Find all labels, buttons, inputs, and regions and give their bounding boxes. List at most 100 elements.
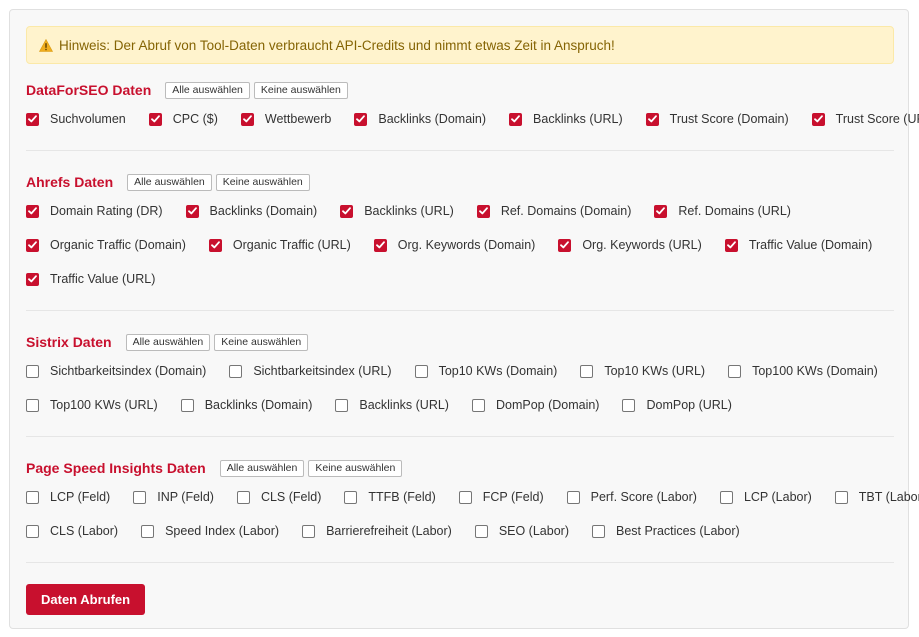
checkbox-option[interactable]: Best Practices (Labor) <box>591 524 740 538</box>
checkbox-option[interactable]: Backlinks (URL) <box>335 398 449 412</box>
checkbox-option[interactable]: LCP (Feld) <box>26 490 110 504</box>
checkbox-option[interactable]: Traffic Value (URL) <box>26 272 155 286</box>
checkbox-checked[interactable] <box>509 112 523 126</box>
select-none-button[interactable]: Keine auswählen <box>215 173 310 191</box>
checkbox-checked[interactable] <box>654 204 668 218</box>
checkbox-unchecked[interactable] <box>728 364 742 378</box>
checkbox-unchecked[interactable] <box>414 364 428 378</box>
checkbox-unchecked[interactable] <box>566 490 580 504</box>
checkbox-checked[interactable] <box>645 112 659 126</box>
select-none-button[interactable]: Keine auswählen <box>214 333 309 351</box>
select-none-button[interactable]: Keine auswählen <box>308 459 403 477</box>
checkbox-option[interactable]: TBT (Labor) <box>834 490 919 504</box>
checkbox-unchecked[interactable] <box>591 524 605 538</box>
checkbox-checked[interactable] <box>26 272 39 286</box>
checkbox-option[interactable]: Traffic Value (Domain) <box>724 238 872 252</box>
checkbox-unchecked[interactable] <box>302 524 316 538</box>
checkbox-option[interactable]: DomPop (URL) <box>622 398 732 412</box>
checkbox-checked[interactable] <box>354 112 368 126</box>
checkbox-option[interactable]: Org. Keywords (Domain) <box>373 238 535 252</box>
checkbox-option[interactable]: Top10 KWs (URL) <box>580 364 705 378</box>
checkbox-option[interactable]: Domain Rating (DR) <box>26 204 163 218</box>
checkbox-checked[interactable] <box>558 238 572 252</box>
checkbox-option[interactable]: Ref. Domains (URL) <box>654 204 791 218</box>
checkbox-label: Top100 KWs (Domain) <box>752 364 878 378</box>
section-dataforseo-daten: DataForSEO Daten Alle auswählen Keine ausw… <box>26 80 919 129</box>
checkbox-checked[interactable] <box>26 112 39 126</box>
checkbox-option[interactable]: Wettbewerb <box>240 112 331 126</box>
checkbox-option[interactable]: CLS (Labor) <box>26 524 118 538</box>
check-icon <box>150 115 160 123</box>
checkbox-unchecked[interactable] <box>180 398 194 412</box>
checkbox-unchecked[interactable] <box>834 490 848 504</box>
select-all-button[interactable]: Alle auswählen <box>127 173 212 191</box>
checkbox-option[interactable]: CLS (Feld) <box>236 490 321 504</box>
checkbox-option[interactable]: Organic Traffic (URL) <box>208 238 351 252</box>
checkbox-option[interactable]: Barrierefreiheit (Labor) <box>302 524 452 538</box>
checkbox-option[interactable]: FCP (Feld) <box>458 490 544 504</box>
checkbox-option[interactable]: Ref. Domains (Domain) <box>476 204 631 218</box>
checkbox-option[interactable]: Backlinks (URL) <box>509 112 623 126</box>
checkbox-option[interactable]: Top10 KWs (Domain) <box>414 364 558 378</box>
select-all-button[interactable]: Alle auswählen <box>219 459 305 477</box>
checkbox-unchecked[interactable] <box>719 490 733 504</box>
checkbox-option[interactable]: Top100 KWs (Domain) <box>728 364 878 378</box>
checkbox-unchecked[interactable] <box>26 524 39 538</box>
checkbox-unchecked[interactable] <box>580 364 594 378</box>
checkbox-option[interactable]: Trust Score (Domain) <box>645 112 789 126</box>
checkbox-option[interactable]: SEO (Labor) <box>474 524 569 538</box>
checkbox-checked[interactable] <box>26 238 39 252</box>
checkbox-option[interactable]: DomPop (Domain) <box>471 398 599 412</box>
checkbox-option[interactable]: Perf. Score (Labor) <box>566 490 697 504</box>
checkbox-option[interactable]: CPC ($) <box>148 112 218 126</box>
checkbox-option[interactable]: Sichtbarkeitsindex (URL) <box>229 364 392 378</box>
checkbox-checked[interactable] <box>724 238 738 252</box>
section-title: DataForSEO Daten <box>26 82 152 98</box>
checkbox-checked[interactable] <box>185 204 199 218</box>
checkbox-checked[interactable] <box>340 204 354 218</box>
checkbox-unchecked[interactable] <box>344 490 358 504</box>
checkbox-option[interactable]: Sichtbarkeitsindex (Domain) <box>26 364 206 378</box>
checkbox-unchecked[interactable] <box>458 490 472 504</box>
section-divider <box>26 310 894 311</box>
checkbox-option[interactable]: LCP (Labor) <box>719 490 812 504</box>
checkbox-unchecked[interactable] <box>471 398 485 412</box>
checkbox-option[interactable]: Backlinks (URL) <box>340 204 454 218</box>
select-none-button[interactable]: Keine auswählen <box>253 81 348 99</box>
checkbox-checked[interactable] <box>148 112 162 126</box>
checkbox-checked[interactable] <box>476 204 490 218</box>
checkbox-option[interactable]: Backlinks (Domain) <box>354 112 486 126</box>
select-all-button[interactable]: Alle auswählen <box>165 81 250 99</box>
checkbox-option[interactable]: TTFB (Feld) <box>344 490 436 504</box>
checkbox-label: Top10 KWs (Domain) <box>438 364 558 378</box>
checkbox-unchecked[interactable] <box>133 490 147 504</box>
checkbox-option[interactable]: Top100 KWs (URL) <box>26 398 158 412</box>
checkbox-option[interactable]: Organic Traffic (Domain) <box>26 238 186 252</box>
checkbox-unchecked[interactable] <box>26 398 39 412</box>
checkbox-checked[interactable] <box>811 112 825 126</box>
check-icon <box>243 115 252 123</box>
checkbox-option[interactable]: Speed Index (Labor) <box>141 524 279 538</box>
checkbox-checked[interactable] <box>26 204 39 218</box>
select-all-button[interactable]: Alle auswählen <box>125 333 211 351</box>
checkbox-checked[interactable] <box>240 112 254 126</box>
checkbox-option[interactable]: Org. Keywords (URL) <box>558 238 702 252</box>
checkbox-unchecked[interactable] <box>474 524 488 538</box>
checkbox-option[interactable]: Suchvolumen <box>26 112 126 126</box>
checkbox-option[interactable]: Trust Score (URL) <box>811 112 919 126</box>
checkbox-unchecked[interactable] <box>622 398 636 412</box>
checkbox-checked[interactable] <box>373 238 387 252</box>
checkbox-option[interactable]: INP (Feld) <box>133 490 214 504</box>
checkbox-unchecked[interactable] <box>236 490 250 504</box>
checkbox-unchecked[interactable] <box>229 364 243 378</box>
checkbox-option[interactable]: Backlinks (Domain) <box>185 204 317 218</box>
checkbox-checked[interactable] <box>208 238 222 252</box>
checkbox-label: Backlinks (Domain) <box>204 398 313 412</box>
fetch-data-button[interactable]: Daten Abrufen <box>26 584 146 615</box>
checkbox-unchecked[interactable] <box>335 398 349 412</box>
checkbox-unchecked[interactable] <box>26 364 39 378</box>
checkbox-option[interactable]: Backlinks (Domain) <box>180 398 313 412</box>
checkbox-unchecked[interactable] <box>141 524 155 538</box>
checkbox-label: Organic Traffic (URL) <box>232 238 351 252</box>
checkbox-unchecked[interactable] <box>26 490 39 504</box>
